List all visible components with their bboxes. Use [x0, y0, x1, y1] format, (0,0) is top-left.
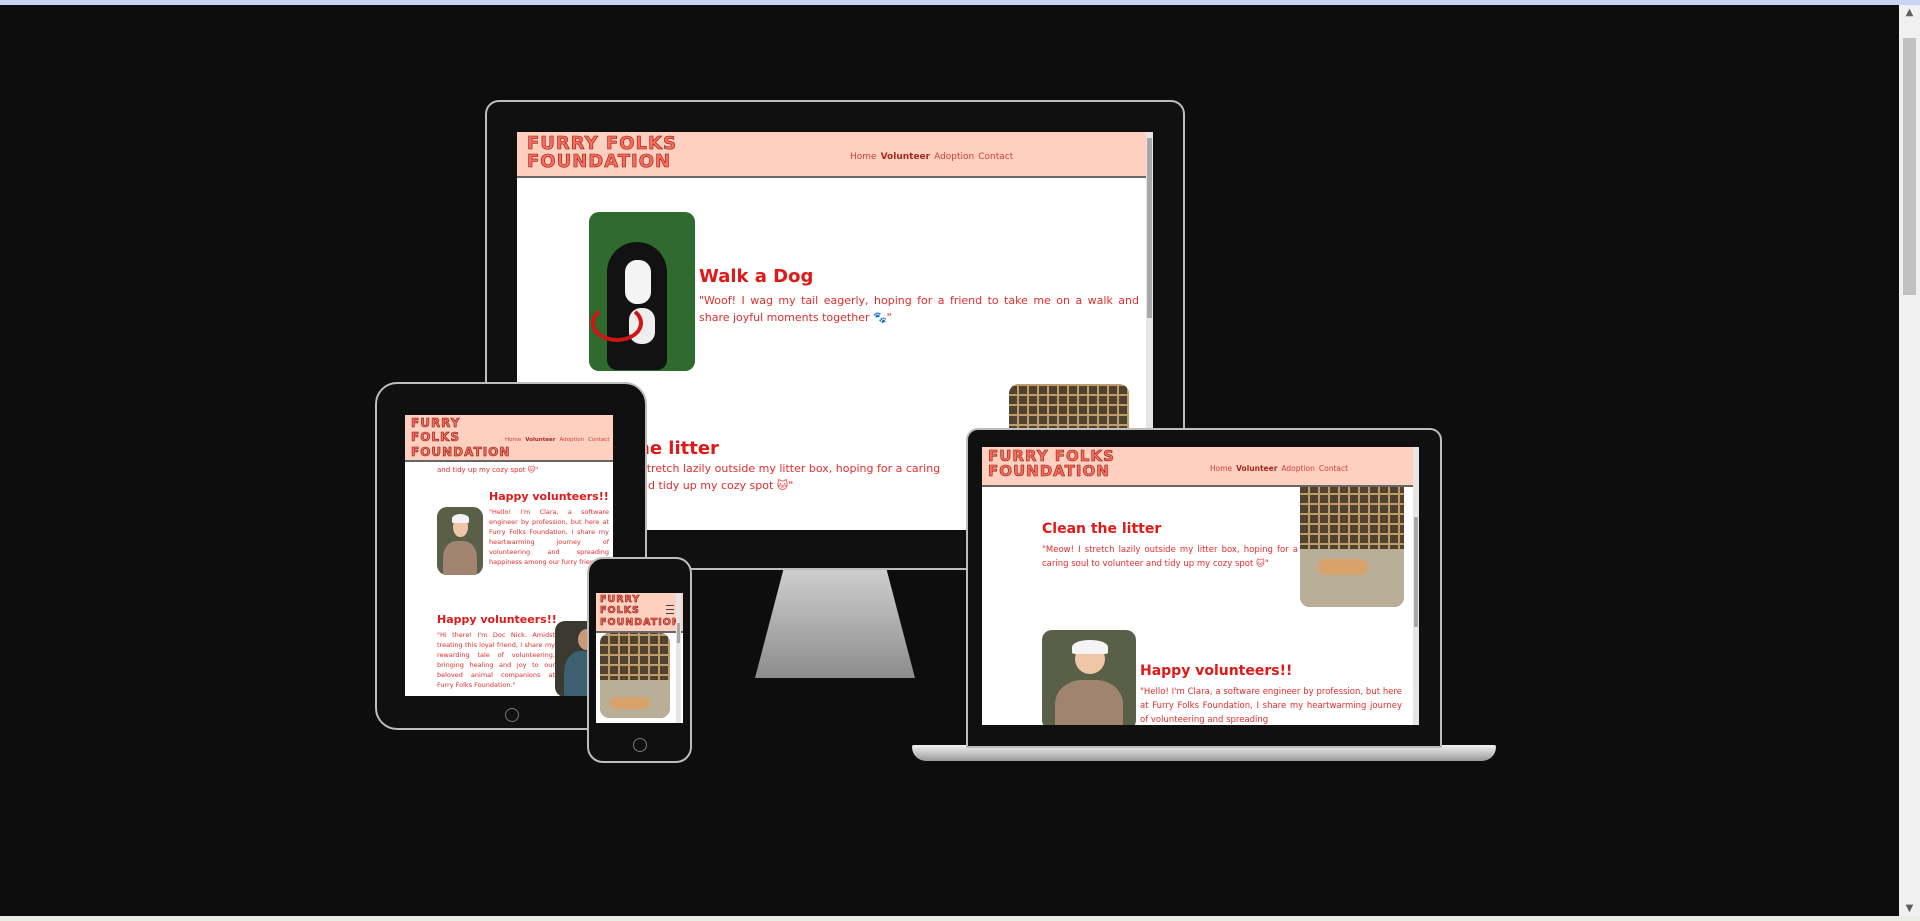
nav-home[interactable]: Home [1210, 464, 1232, 473]
nav-adoption[interactable]: Adoption [560, 437, 585, 443]
laptop-scrollbar[interactable] [1413, 447, 1419, 725]
brand-word-1: FURRY [411, 416, 461, 431]
laptop-navbar: FURRY FOLKS FOUNDATION Home Volunteer Adop… [982, 447, 1419, 487]
brand-word-2: FOLKS [411, 430, 460, 445]
nav-contact[interactable]: Contact [588, 437, 609, 443]
card-heading: Happy volunteers!! [437, 613, 557, 626]
tablet-navbar: FURRY FOLKS FOUNDATION Home Volunteer Adop… [405, 415, 613, 462]
nav-home[interactable]: Home [505, 437, 521, 443]
brand-line-2: FOUNDATION [988, 462, 1110, 481]
card-text: "Hello! I'm Clara, a software engineer b… [1140, 687, 1402, 725]
card-text-line-2: nd tidy up my cozy spot 🐱" [641, 479, 794, 492]
text-fragment: and tidy up my cozy spot 🐱" [437, 466, 539, 474]
scroll-up-arrow-icon[interactable]: ▲ [1899, 7, 1920, 18]
tablet-home-button [505, 708, 519, 722]
browser-bottom-edge [0, 916, 1920, 921]
card-heading: Clean the litter [1042, 521, 1162, 537]
card-heading-partial: he litter [637, 438, 719, 459]
nav-volunteer[interactable]: Volunteer [881, 152, 931, 162]
monitor-stand [755, 568, 915, 678]
desktop-navbar: FURRY FOLKS FOUNDATION Home Volunteer Adop… [517, 132, 1153, 178]
scroll-down-arrow-icon[interactable]: ▼ [1899, 903, 1920, 914]
brand-word-3: FOUNDATION [600, 616, 681, 628]
card-text: "Woof! I wag my tail eagerly, hoping for… [699, 294, 1139, 324]
card-heading: Walk a Dog [699, 266, 814, 287]
nav-home[interactable]: Home [850, 152, 877, 162]
tablet-screen: and tidy up my cozy spot 🐱" Happy volunt… [405, 415, 613, 696]
nav-volunteer[interactable]: Volunteer [1236, 464, 1277, 473]
card-heading: Happy volunteers!! [489, 490, 609, 503]
cat-photo [1300, 479, 1404, 607]
card-text: "Hi there! I'm Doc Nick. Amidst treating… [437, 631, 555, 689]
brand-line-2: FOUNDATION [527, 151, 672, 173]
phone-screen: FURRY FOLKS FOUNDATION [596, 593, 683, 723]
nav-volunteer[interactable]: Volunteer [525, 437, 555, 443]
card-text-line-1: stretch lazily outside my litter box, ho… [641, 462, 941, 475]
nav-contact[interactable]: Contact [1319, 464, 1348, 473]
phone-scrollbar[interactable] [676, 593, 681, 723]
brand-word-1: FURRY [600, 594, 641, 606]
brand-logo[interactable]: FURRY FOLKS FOUNDATION [988, 448, 1115, 481]
scrollbar-thumb[interactable] [1903, 38, 1916, 295]
laptop-nav: Home Volunteer Adoption Contact [1210, 464, 1352, 473]
card-text: "Hello! I'm Clara, a software engineer b… [489, 508, 609, 566]
brand-logo[interactable]: FURRY FOLKS FOUNDATION [411, 416, 510, 459]
phone-home-button [633, 738, 647, 752]
nav-contact[interactable]: Contact [978, 152, 1013, 162]
desktop-nav: Home Volunteer Adoption Contact [850, 152, 1017, 162]
nav-adoption[interactable]: Adoption [1281, 464, 1314, 473]
dog-photo [589, 212, 695, 371]
volunteer-photo [437, 507, 483, 575]
brand-word-3: FOUNDATION [411, 444, 511, 459]
laptop-screen: Clean the litter "Meow! I stretch lazily… [982, 447, 1419, 725]
brand-logo[interactable]: FURRY FOLKS FOUNDATION [527, 134, 677, 173]
page-scrollbar[interactable]: ▲ ▼ [1899, 5, 1920, 916]
cat-photo [600, 633, 670, 718]
card-heading: Happy volunteers!! [1140, 663, 1293, 679]
browser-top-edge [0, 0, 1920, 5]
card-text: "Meow! I stretch lazily outside my litte… [1042, 545, 1298, 569]
nav-adoption[interactable]: Adoption [934, 152, 974, 162]
phone-navbar: FURRY FOLKS FOUNDATION [596, 593, 683, 633]
hamburger-icon[interactable] [666, 605, 674, 614]
volunteer-photo [1042, 630, 1136, 725]
tablet-nav: Home Volunteer Adoption Contact [505, 437, 613, 443]
